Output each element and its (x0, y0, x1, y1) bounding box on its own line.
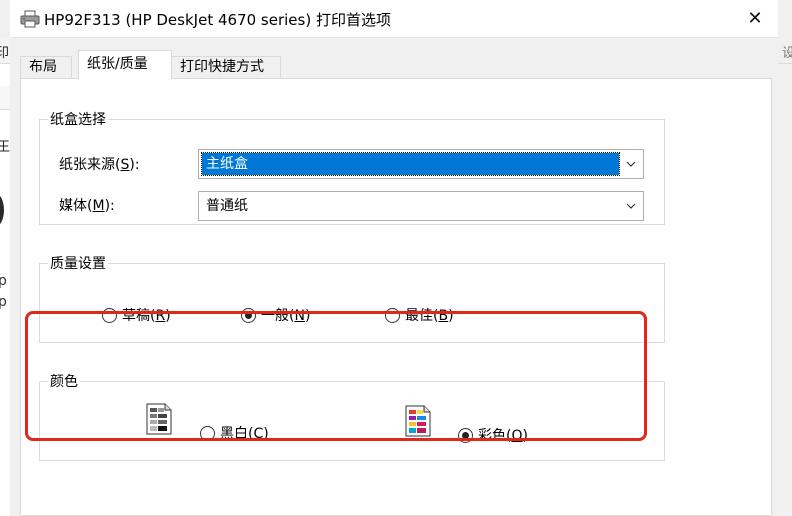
close-icon: ✕ (747, 8, 763, 29)
radio-button-icon (200, 425, 215, 441)
background-text: p (0, 294, 7, 310)
tab-label: 布局 (29, 59, 57, 75)
chevron-down-icon (626, 161, 636, 167)
paper-source-label: 纸张来源(S): (59, 157, 140, 173)
color-grayscale-label: 黑白(C) (220, 426, 269, 442)
media-select[interactable]: 普通纸 (198, 191, 644, 221)
background-text: p (0, 273, 7, 289)
quality-normal-label: 一般(N) (261, 308, 311, 324)
background-toolbar-strip: 设 (778, 38, 792, 64)
radio-button-icon (385, 307, 400, 323)
background-window-left: 印 王 p p (0, 38, 10, 516)
title-bar: HP92F313 (HP DeskJet 4670 series) 打印首选项 … (10, 0, 778, 38)
background-text: 设 (782, 46, 792, 61)
color-color-radio[interactable]: 彩色(O) (458, 425, 528, 445)
color-page-icon (405, 405, 431, 437)
tray-selection-legend: 纸盒选择 (50, 112, 106, 128)
tray-selection-group: 纸盒选择 纸张来源(S): 主纸盒 媒体(M): 普通纸 (39, 109, 665, 225)
quality-draft-radio[interactable]: 草稿(R) (102, 305, 171, 325)
media-label: 媒体(M): (59, 198, 115, 214)
quality-settings-legend: 质量设置 (50, 256, 106, 272)
grayscale-page-icon (146, 403, 172, 435)
close-button[interactable]: ✕ (732, 0, 778, 38)
color-legend: 颜色 (50, 374, 78, 390)
quality-settings-group: 质量设置 草稿(R) 一般(N) 最佳(B) (39, 253, 665, 343)
tab-label: 纸张/质量 (87, 56, 148, 72)
radio-button-selected-icon (241, 307, 256, 323)
color-grayscale-radio[interactable]: 黑白(C) (200, 423, 269, 443)
quality-draft-label: 草稿(R) (122, 308, 171, 324)
background-text: 王 (0, 140, 11, 155)
radio-button-icon (102, 307, 117, 323)
background-window-right: 设 (778, 38, 792, 516)
quality-best-label: 最佳(B) (405, 308, 454, 324)
background-toolbar-strip: 王 (0, 86, 10, 155)
tab-layout[interactable]: 布局 (20, 56, 72, 78)
window-title: HP92F313 (HP DeskJet 4670 series) 打印首选项 (44, 11, 391, 29)
paper-source-value: 主纸盒 (201, 152, 620, 176)
tab-printing-shortcuts[interactable]: 打印快捷方式 (171, 56, 281, 78)
tab-panel-paper-quality: 纸盒选择 纸张来源(S): 主纸盒 媒体(M): 普通纸 质量设置 草稿(R) … (20, 78, 772, 516)
printing-preferences-dialog: 布局 纸张/质量 打印快捷方式 纸盒选择 纸张来源(S): 主纸盒 媒体(M):… (10, 38, 778, 516)
chevron-down-icon (626, 203, 636, 209)
quality-best-radio[interactable]: 最佳(B) (385, 305, 454, 325)
printer-icon (20, 10, 40, 28)
background-toolbar-strip: 印 (0, 38, 10, 64)
background-round-shape (0, 193, 4, 227)
background-text: 印 (0, 46, 10, 61)
tab-label: 打印快捷方式 (180, 59, 264, 75)
tab-paper-quality[interactable]: 纸张/质量 (78, 50, 172, 79)
media-value: 普通纸 (206, 198, 248, 214)
quality-normal-radio[interactable]: 一般(N) (241, 305, 310, 325)
color-group: 颜色 黑白(C) 彩色(O) (39, 371, 665, 461)
radio-button-selected-icon (458, 427, 473, 443)
color-color-label: 彩色(O) (478, 428, 528, 444)
paper-source-select[interactable]: 主纸盒 (198, 149, 644, 179)
